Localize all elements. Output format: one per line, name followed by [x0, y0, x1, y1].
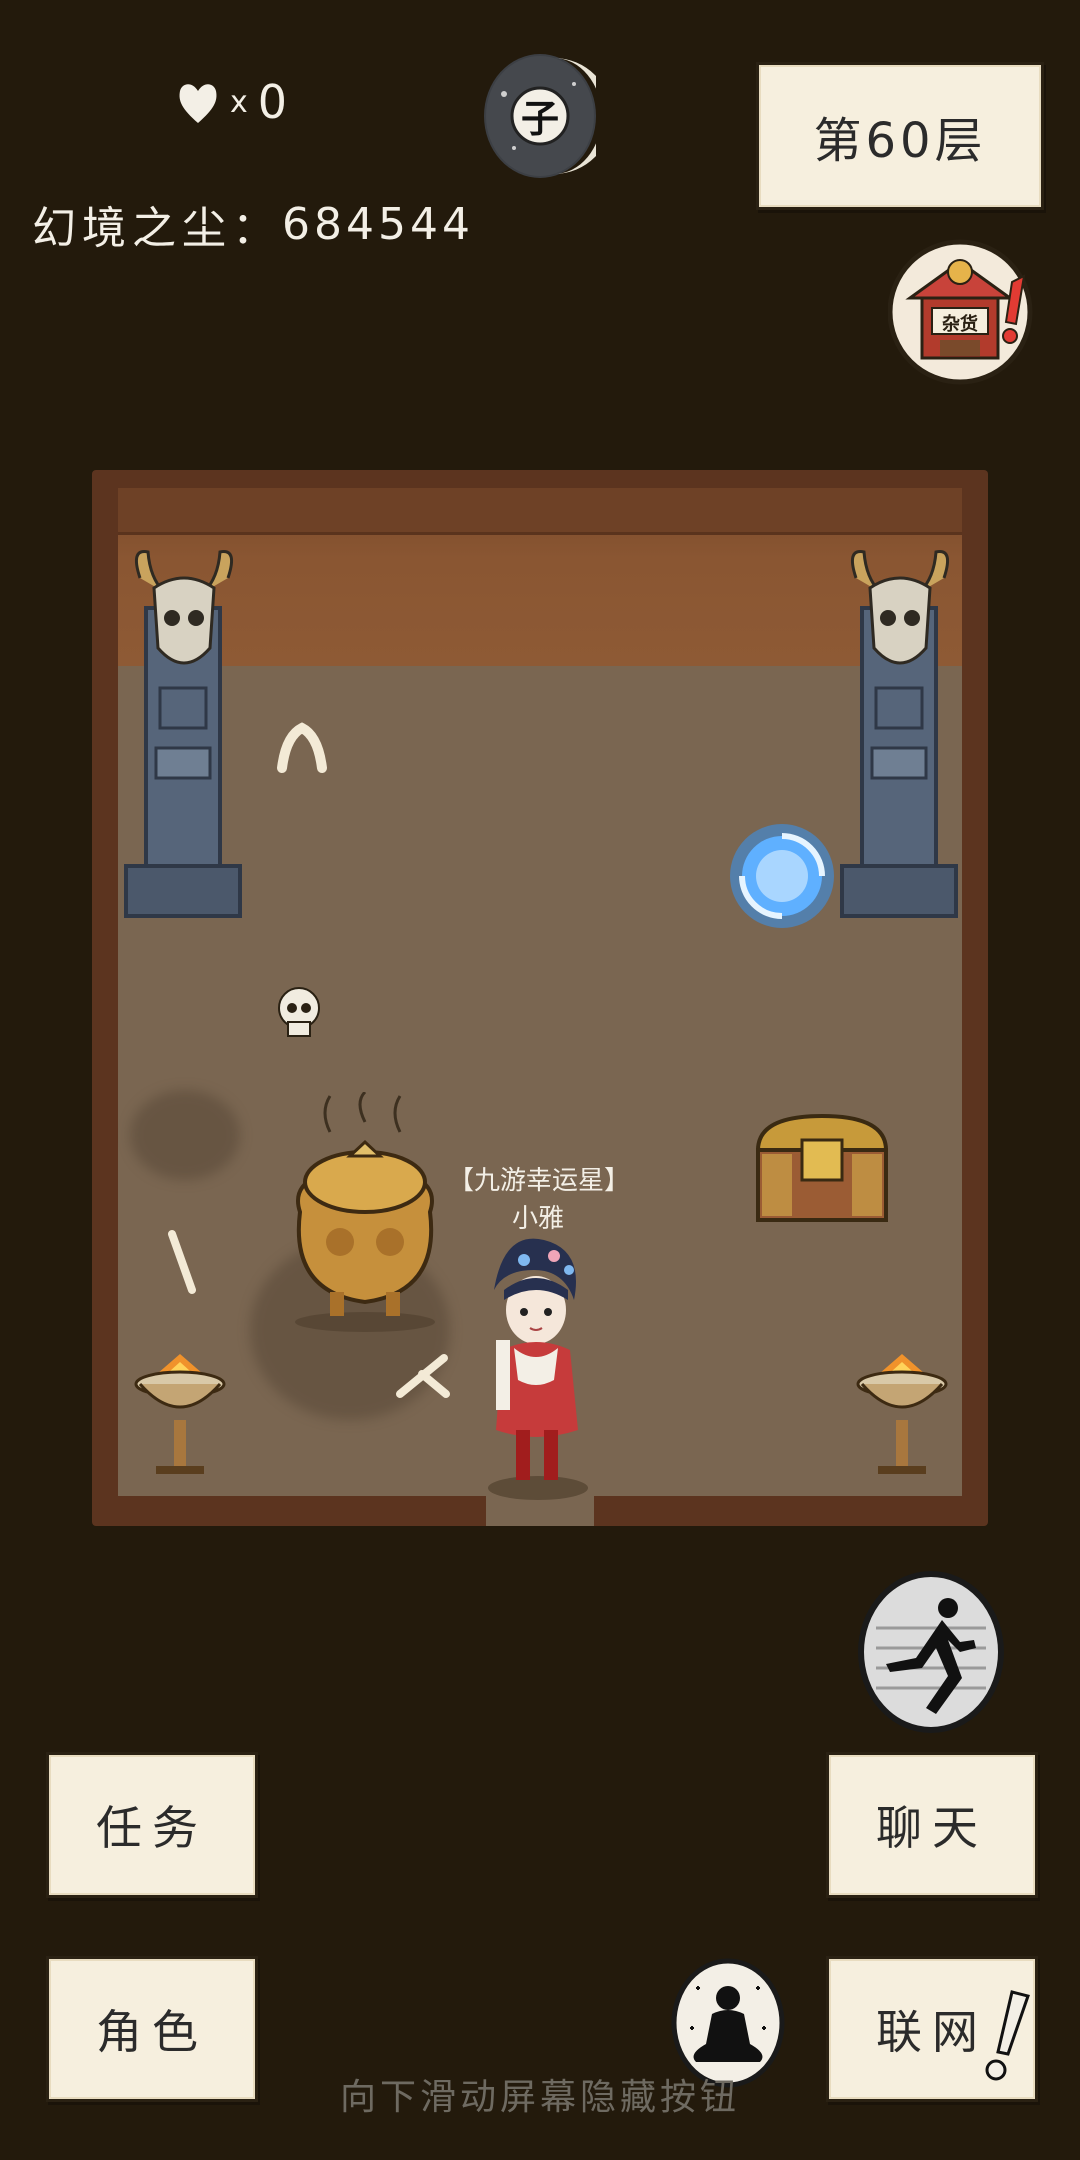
shop-sign-text: 杂货: [942, 314, 978, 335]
bull-skull-pillar-right: [840, 550, 958, 918]
dust-label: 幻境之尘：: [32, 203, 282, 254]
incense-burner[interactable]: [270, 1092, 460, 1332]
floor-stain: [130, 1090, 240, 1180]
shop-button[interactable]: 杂货: [887, 232, 1036, 392]
bone-icon: [396, 1354, 450, 1398]
character-title: 【九游幸运星】: [448, 1166, 631, 1196]
brazier-right: [856, 1354, 948, 1474]
bull-skull-pillar-left: [124, 550, 242, 918]
room-wall-top: [118, 488, 962, 535]
exclamation-icon: [985, 1990, 1030, 2081]
sprint-button[interactable]: [856, 1568, 1006, 1736]
dust-counter: 幻境之尘： 684544: [32, 192, 474, 256]
swipe-hint: 向下滑动屏幕隐藏按钮: [339, 2077, 740, 2118]
brazier-left: [134, 1354, 226, 1474]
lives-prefix: x: [230, 84, 248, 120]
network-label: 联网: [876, 2005, 988, 2059]
bone-icon: [277, 722, 327, 773]
lives-indicator: x 0: [176, 72, 287, 132]
player-character[interactable]: [474, 1230, 604, 1500]
tasks-label: 任务: [96, 1801, 208, 1855]
role-button[interactable]: 角色: [46, 1956, 258, 2102]
treasure-chest[interactable]: [752, 1110, 892, 1230]
skull-icon: [278, 987, 320, 1037]
lives-count: 0: [257, 75, 288, 129]
tasks-button[interactable]: 任务: [46, 1752, 258, 1898]
dust-value: 684544: [282, 198, 474, 250]
heart-icon: [179, 84, 217, 123]
role-label: 角色: [96, 2005, 208, 2059]
time-badge[interactable]: 子: [484, 54, 596, 178]
floor-label: 第60层: [756, 62, 1044, 210]
time-char: 子: [520, 97, 559, 141]
chat-label: 聊天: [876, 1801, 988, 1855]
bone-icon: [168, 1230, 196, 1294]
portal-icon[interactable]: [722, 816, 842, 936]
chat-button[interactable]: 聊天: [826, 1752, 1038, 1898]
running-icon: [858, 1571, 1004, 1733]
floor-text: 第60层: [813, 113, 987, 169]
